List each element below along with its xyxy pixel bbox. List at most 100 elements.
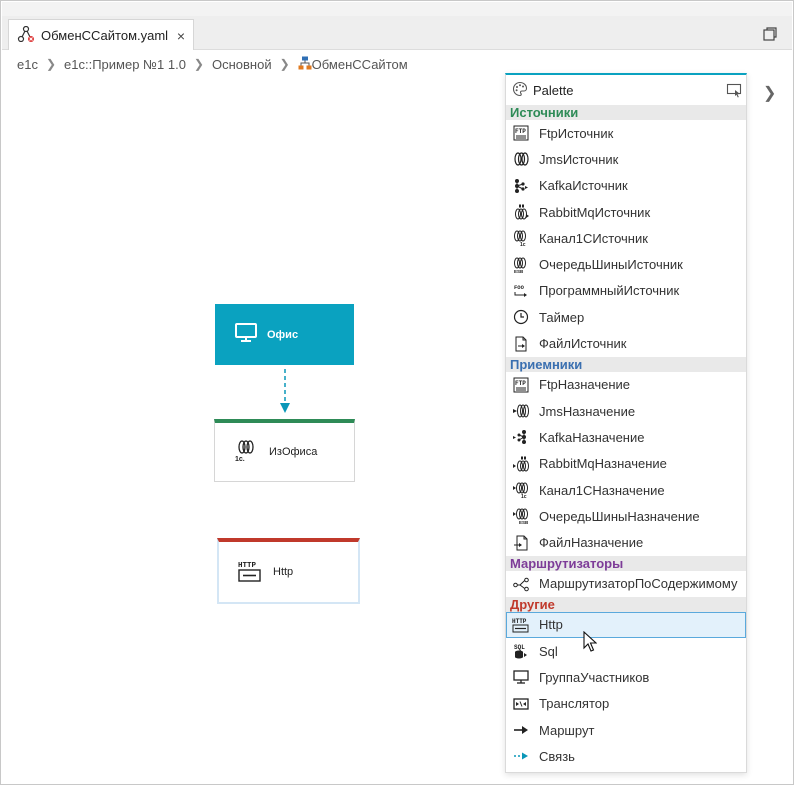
translator-icon [512,695,530,713]
item-label: ФайлНазначение [539,535,644,551]
item-label: Канал1СИсточник [539,230,648,246]
maximize-icon[interactable] [760,25,778,43]
svg-text:ESB: ESB [514,269,524,273]
item-label: ФайлИсточник [539,336,627,352]
item-label: KafkaИсточник [539,178,628,194]
item-label: МаршрутизаторПоСодержимому [539,576,738,592]
breadcrumb-item-current[interactable]: ОбменССайтом [298,56,408,73]
section-routers: Маршрутизаторы [506,555,746,571]
palette-item-sql[interactable]: SQL Sql [506,638,746,664]
close-icon[interactable]: × [177,28,185,44]
item-label: Sql [539,643,558,659]
chevron-right-icon[interactable]: ❯ [763,83,776,102]
channel-1c-icon: 1c [512,481,530,499]
tab-obmen-s-saytom[interactable]: ОбменССайтом.yaml × [8,19,194,50]
monitor-icon [512,668,530,686]
item-label: Связь [539,748,575,764]
item-label: ГруппаУчастников [539,669,650,685]
ftp-icon: FTP [512,376,530,394]
breadcrumb-item[interactable]: e1c [17,57,38,72]
palette-item-route[interactable]: Маршрут [506,717,746,743]
palette-item-kafka-target[interactable]: KafkaНазначение [506,424,746,450]
rabbitmq-icon [512,455,530,473]
router-icon [512,575,530,593]
palette-item-ftp-source[interactable]: FTP FtpИсточник [506,120,746,146]
flow-icon [298,56,312,73]
file-icon [512,335,530,353]
palette-item-1c-channel-source[interactable]: 1c Канал1СИсточник [506,225,746,251]
svg-text:HTTP: HTTP [512,618,527,625]
palette-item-participants-group[interactable]: ГруппаУчастников [506,664,746,690]
clock-icon [512,308,530,326]
file-icon [512,534,530,552]
rabbitmq-icon [512,203,530,221]
item-label: JmsНазначение [539,403,636,419]
palette-item-esb-queue-target[interactable]: ESB ОчередьШиныНазначение [506,503,746,529]
tab-bar: ОбменССайтом.yaml × [2,16,792,50]
node-http[interactable]: HTTP Http [217,538,360,604]
palette-item-timer[interactable]: Таймер [506,304,746,330]
palette-item-rabbitmq-target[interactable]: RabbitMqНазначение [506,451,746,477]
chevron-right-icon: ❯ [279,57,290,71]
palette-item-kafka-source[interactable]: KafkaИсточник [506,173,746,199]
svg-text:ESB: ESB [519,520,529,524]
breadcrumb-item[interactable]: Основной [212,57,272,72]
http-icon: HTTP [512,616,530,634]
svg-text:1c: 1c [520,242,526,246]
palette-item-rabbitmq-source[interactable]: RabbitMqИсточник [506,199,746,225]
ftp-icon: FTP [512,124,530,142]
palette-item-file-source[interactable]: ФайлИсточник [506,330,746,356]
palette-icon [512,81,528,100]
node-label: ИзОфиса [269,446,318,458]
kafka-icon [512,177,530,195]
monitor-icon [235,323,257,346]
palette-item-esb-queue-source[interactable]: ESB ОчередьШиныИсточник [506,251,746,277]
item-label: ОчередьШиныИсточник [539,257,683,273]
sql-icon: SQL [512,642,530,660]
palette-item-ftp-target[interactable]: FTP FtpНазначение [506,372,746,398]
item-label: Таймер [539,309,585,325]
section-receivers: Приемники [506,356,746,372]
svg-text:1c.: 1c. [235,456,245,462]
palette-item-file-target[interactable]: ФайлНазначение [506,529,746,555]
esb-queue-icon: ESB [512,256,530,274]
item-label: FtpИсточник [539,125,614,141]
svg-text:FTP: FTP [515,380,526,387]
pin-panel-icon[interactable] [726,82,742,98]
palette-item-jms-source[interactable]: JmsИсточник [506,146,746,172]
node-label: Http [273,566,294,578]
program-source-icon: FOO [512,282,530,300]
item-label: Канал1СНазначение [539,482,665,498]
breadcrumb-item[interactable]: e1c::Пример №1 1.0 [64,57,186,72]
palette-item-http[interactable]: HTTP Http [506,611,746,639]
palette-item-1c-channel-target[interactable]: 1c Канал1СНазначение [506,477,746,503]
arrow-right-icon [512,721,530,739]
item-label: RabbitMqИсточник [539,204,651,220]
svg-text:FTP: FTP [515,128,526,135]
palette-item-jms-target[interactable]: JmsНазначение [506,398,746,424]
editor-window: ОбменССайтом.yaml × e1c ❯ e1c::Пример №1… [0,0,794,785]
dashed-arrow-icon [512,747,530,765]
palette-item-translator[interactable]: Транслятор [506,691,746,717]
connection-arrow[interactable] [278,369,292,415]
kafka-icon [512,428,530,446]
section-other: Другие [506,596,746,612]
tab-title: ОбменССайтом.yaml [41,27,169,43]
palette-item-link[interactable]: Связь [506,743,746,769]
palette-item-content-router[interactable]: МаршрутизаторПоСодержимому [506,571,746,597]
diagram-file-icon [17,25,35,45]
node-label: Офис [267,328,299,341]
jms-target-icon [512,402,530,420]
palette-item-program-source[interactable]: FOO ПрограммныйИсточник [506,278,746,304]
item-label: KafkaНазначение [539,429,645,445]
top-strip [2,2,792,16]
palette-title: Palette [533,82,574,98]
node-izofisa[interactable]: 1c. ИзОфиса [214,419,355,482]
palette-panel: Palette Источники FTP FtpИсточник JmsИст… [505,73,747,773]
item-label: RabbitMqНазначение [539,456,667,472]
channel-1c-icon: 1c [512,229,530,247]
node-office[interactable]: Офис [215,304,354,365]
palette-header: Palette [506,75,746,105]
breadcrumb-label: ОбменССайтом [311,56,408,72]
esb-queue-icon: ESB [512,507,530,525]
